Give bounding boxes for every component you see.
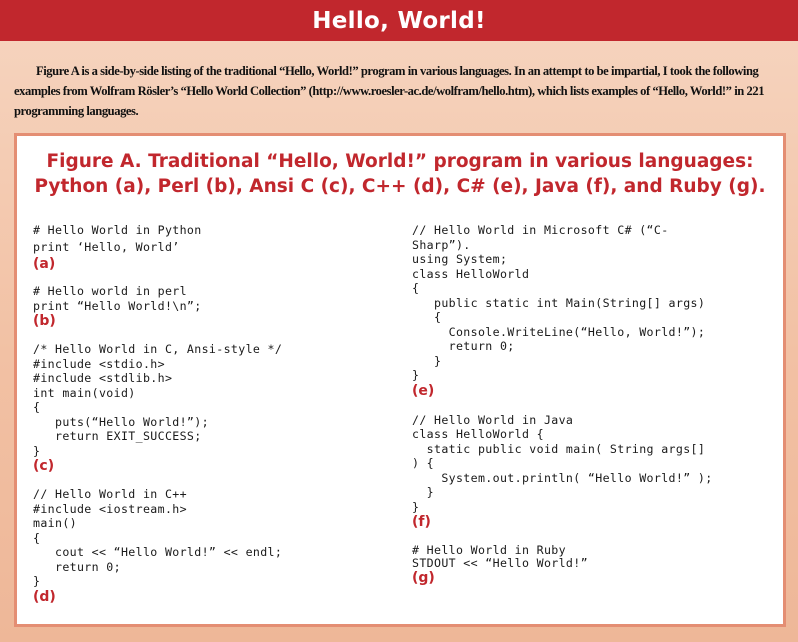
label-g: (g) (412, 570, 435, 586)
label-e: (e) (412, 382, 435, 399)
label-b: (b) (33, 313, 56, 329)
label-c: (c) (33, 458, 55, 474)
code-listing-python: # Hello World in Python print ‘Hello, Wo… (33, 223, 202, 254)
code-listing-csharp: // Hello World in Microsoft C# (“C- Shar… (412, 223, 706, 382)
code-example-perl: # Hello world in perl print “Hello World… (33, 284, 398, 329)
page-title: Hello, World! (312, 7, 486, 34)
code-example-java: // Hello World in Java class HelloWorld … (412, 413, 777, 531)
code-example-csharp: // Hello World in Microsoft C# (“C- Shar… (412, 223, 777, 399)
label-f: (f) (412, 514, 431, 530)
left-code-column: # Hello World in Python print ‘Hello, Wo… (33, 222, 398, 605)
figure-box: Figure A. Traditional “Hello, World!” pr… (14, 133, 786, 627)
intro-paragraph: Figure A is a side-by-side listing of th… (14, 61, 789, 121)
figure-caption: Figure A. Traditional “Hello, World!” pr… (17, 149, 783, 199)
article-page: Hello, World! Figure A is a side-by-side… (0, 0, 798, 642)
code-example-c: /* Hello World in C, Ansi-style */ #incl… (33, 342, 398, 474)
label-a: (a) (33, 256, 56, 272)
code-listing-cpp: // Hello World in C++ #include <iostream… (33, 487, 283, 588)
code-listing-java: // Hello World in Java class HelloWorld … (412, 412, 713, 514)
intro-text: Figure A is a side-by-side listing of th… (14, 64, 765, 118)
code-listing-ruby: # Hello World in Ruby STDOUT << “Hello W… (412, 543, 588, 570)
code-example-cpp: // Hello World in C++ #include <iostream… (33, 487, 398, 605)
code-listing-c: /* Hello World in C, Ansi-style */ #incl… (33, 342, 283, 458)
code-example-python: # Hello World in Python print ‘Hello, Wo… (33, 222, 398, 272)
title-bar: Hello, World! (0, 0, 798, 41)
figure-caption-line1: Figure A. Traditional “Hello, World!” pr… (46, 151, 754, 172)
label-d: (d) (33, 588, 56, 605)
figure-caption-line2: Python (a), Perl (b), Ansi C (c), C++ (d… (34, 176, 766, 197)
code-example-ruby: # Hello World in Ruby STDOUT << “Hello W… (412, 543, 777, 587)
code-listing-perl: # Hello world in perl print “Hello World… (33, 284, 202, 313)
right-code-column: // Hello World in Microsoft C# (“C- Shar… (412, 223, 777, 586)
